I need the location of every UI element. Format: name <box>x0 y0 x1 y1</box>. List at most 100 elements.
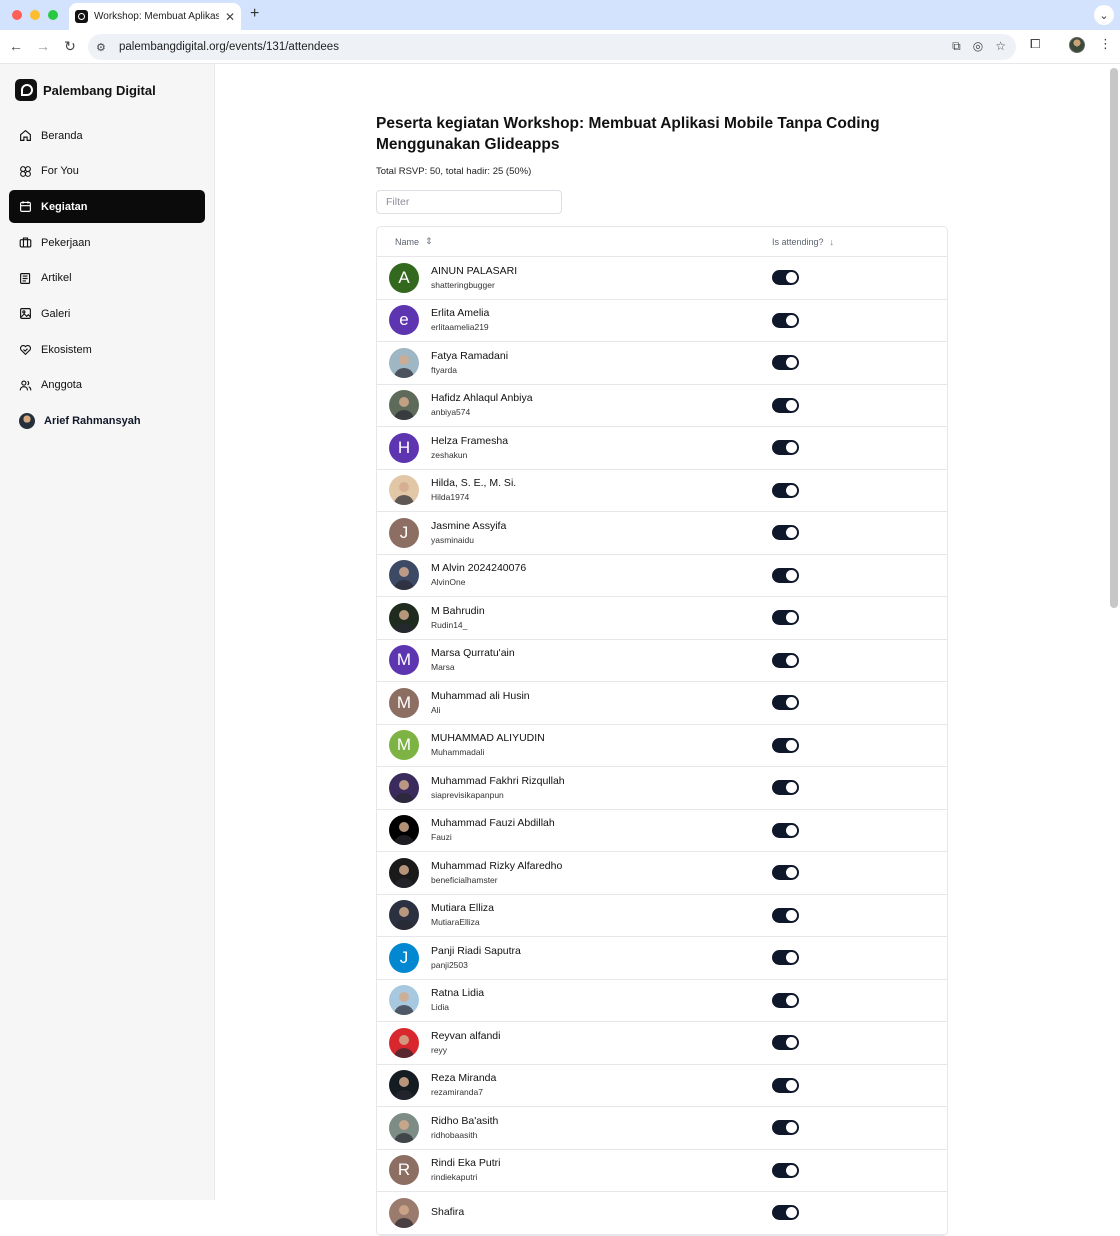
attending-toggle[interactable] <box>772 610 799 626</box>
avatar[interactable] <box>389 560 419 591</box>
browser-tab[interactable]: Workshop: Membuat Aplikasi ✕ <box>69 3 241 30</box>
sidebar-item-pekerjaan[interactable]: Pekerjaan <box>9 226 205 259</box>
attending-toggle[interactable] <box>772 695 799 711</box>
avatar[interactable] <box>389 772 419 803</box>
attending-toggle[interactable] <box>772 1035 799 1051</box>
attending-toggle[interactable] <box>772 270 799 286</box>
avatar[interactable]: J <box>389 517 419 548</box>
bookmark-star-icon[interactable]: ☆ <box>995 39 1006 54</box>
sidebar-item-ekosistem[interactable]: Ekosistem <box>9 333 205 366</box>
attending-toggle[interactable] <box>772 822 799 838</box>
avatar[interactable] <box>389 900 419 931</box>
filter-input[interactable] <box>376 190 562 214</box>
attendee-name[interactable]: Muhammad ali Husin <box>431 689 530 703</box>
attendee-name[interactable]: Muhammad Rizky Alfaredho <box>431 859 562 873</box>
avatar[interactable]: M <box>389 730 419 761</box>
attending-toggle[interactable] <box>772 865 799 881</box>
site-settings-icon[interactable]: ⚙ <box>96 41 110 54</box>
tab-search-icon[interactable]: ⌄ <box>1094 5 1114 25</box>
sidebar-user[interactable]: Arief Rahmansyah <box>9 405 205 438</box>
avatar[interactable] <box>389 602 419 633</box>
attending-toggle[interactable] <box>772 950 799 966</box>
attending-toggle[interactable] <box>772 567 799 583</box>
attendee-name[interactable]: Marsa Qurratu'ain <box>431 646 515 660</box>
attendee-name[interactable]: Panji Riadi Saputra <box>431 944 521 958</box>
attending-toggle[interactable] <box>772 1162 799 1178</box>
profile-avatar[interactable] <box>1069 37 1085 53</box>
column-header-name[interactable]: Name ⇕ <box>377 236 772 247</box>
attendee-name[interactable]: AINUN PALASARI <box>431 264 517 278</box>
attendee-name[interactable]: Ratna Lidia <box>431 986 484 1000</box>
extensions-icon[interactable]: ⧠ <box>1030 36 1040 52</box>
avatar[interactable]: M <box>389 645 419 676</box>
attendee-name[interactable]: Muhammad Fauzi Abdillah <box>431 816 555 830</box>
menu-dots-icon[interactable]: ⋮ <box>1099 36 1112 52</box>
page-scrollbar[interactable] <box>1110 68 1118 608</box>
attendee-name[interactable]: Ridho Ba'asith <box>431 1114 498 1128</box>
back-icon[interactable]: ← <box>7 38 25 54</box>
avatar[interactable] <box>389 857 419 888</box>
attendee-name[interactable]: Reza Miranda <box>431 1071 496 1085</box>
tab-close-icon[interactable]: ✕ <box>225 10 235 24</box>
avatar[interactable]: e <box>389 305 419 336</box>
attending-toggle[interactable] <box>772 907 799 923</box>
maximize-window-button[interactable] <box>48 10 58 20</box>
avatar[interactable]: H <box>389 432 419 463</box>
close-window-button[interactable] <box>12 10 22 20</box>
attendee-name[interactable]: M Bahrudin <box>431 604 485 618</box>
avatar[interactable]: A <box>389 262 419 293</box>
attendee-name[interactable]: Reyvan alfandi <box>431 1029 500 1043</box>
forward-icon[interactable]: → <box>34 38 52 54</box>
sidebar-item-for-you[interactable]: For You <box>9 155 205 188</box>
sidebar-item-artikel[interactable]: Artikel <box>9 262 205 295</box>
sort-updown-icon[interactable]: ⇕ <box>425 236 433 247</box>
reload-icon[interactable]: ↻ <box>61 38 79 55</box>
avatar[interactable] <box>389 815 419 846</box>
attendee-name[interactable]: Hilda, S. E., M. Si. <box>431 476 516 490</box>
attending-toggle[interactable] <box>772 440 799 456</box>
attendee-name[interactable]: Shafira <box>431 1205 464 1219</box>
sidebar-item-beranda[interactable]: Beranda <box>9 119 205 152</box>
avatar[interactable] <box>389 347 419 378</box>
address-bar[interactable]: ⚙ palembangdigital.org/events/131/attend… <box>88 34 1016 60</box>
avatar[interactable] <box>389 1070 419 1101</box>
avatar[interactable]: J <box>389 942 419 973</box>
brand[interactable]: Palembang Digital <box>15 79 156 101</box>
avatar[interactable] <box>389 1027 419 1058</box>
sidebar-item-anggota[interactable]: Anggota <box>9 369 205 402</box>
attending-toggle[interactable] <box>772 992 799 1008</box>
sidebar-item-galeri[interactable]: Galeri <box>9 297 205 330</box>
attending-toggle[interactable] <box>772 355 799 371</box>
attending-toggle[interactable] <box>772 652 799 668</box>
attending-toggle[interactable] <box>772 737 799 753</box>
avatar[interactable] <box>389 475 419 506</box>
avatar[interactable] <box>389 390 419 421</box>
eye-off-icon[interactable]: ◎ <box>973 39 983 54</box>
attendee-name[interactable]: Helza Framesha <box>431 434 508 448</box>
sidebar-item-kegiatan[interactable]: Kegiatan <box>9 190 205 224</box>
attendee-name[interactable]: Muhammad Fakhri Rizqullah <box>431 774 565 788</box>
attending-toggle[interactable] <box>772 525 799 541</box>
avatar[interactable] <box>389 1112 419 1143</box>
arrow-down-icon[interactable]: ↓ <box>830 237 835 247</box>
attendee-name[interactable]: Mutiara Elliza <box>431 901 494 915</box>
attending-toggle[interactable] <box>772 1205 799 1221</box>
attendee-name[interactable]: Erlita Amelia <box>431 306 489 320</box>
attendee-name[interactable]: M Alvin 2024240076 <box>431 561 526 575</box>
new-tab-icon[interactable]: + <box>250 5 259 23</box>
avatar[interactable] <box>389 1197 419 1228</box>
avatar[interactable]: M <box>389 687 419 718</box>
install-app-icon[interactable]: ⧉ <box>952 39 961 54</box>
avatar[interactable]: R <box>389 1155 419 1186</box>
attending-toggle[interactable] <box>772 397 799 413</box>
attending-toggle[interactable] <box>772 780 799 796</box>
attending-toggle[interactable] <box>772 1120 799 1136</box>
attendee-name[interactable]: Jasmine Assyifa <box>431 519 506 533</box>
minimize-window-button[interactable] <box>30 10 40 20</box>
attendee-name[interactable]: Fatya Ramadani <box>431 349 508 363</box>
attendee-name[interactable]: Rindi Eka Putri <box>431 1156 500 1170</box>
avatar[interactable] <box>389 985 419 1016</box>
attending-toggle[interactable] <box>772 312 799 328</box>
column-header-attending[interactable]: Is attending? ↓ <box>772 237 834 247</box>
attendee-name[interactable]: MUHAMMAD ALIYUDIN <box>431 731 545 745</box>
